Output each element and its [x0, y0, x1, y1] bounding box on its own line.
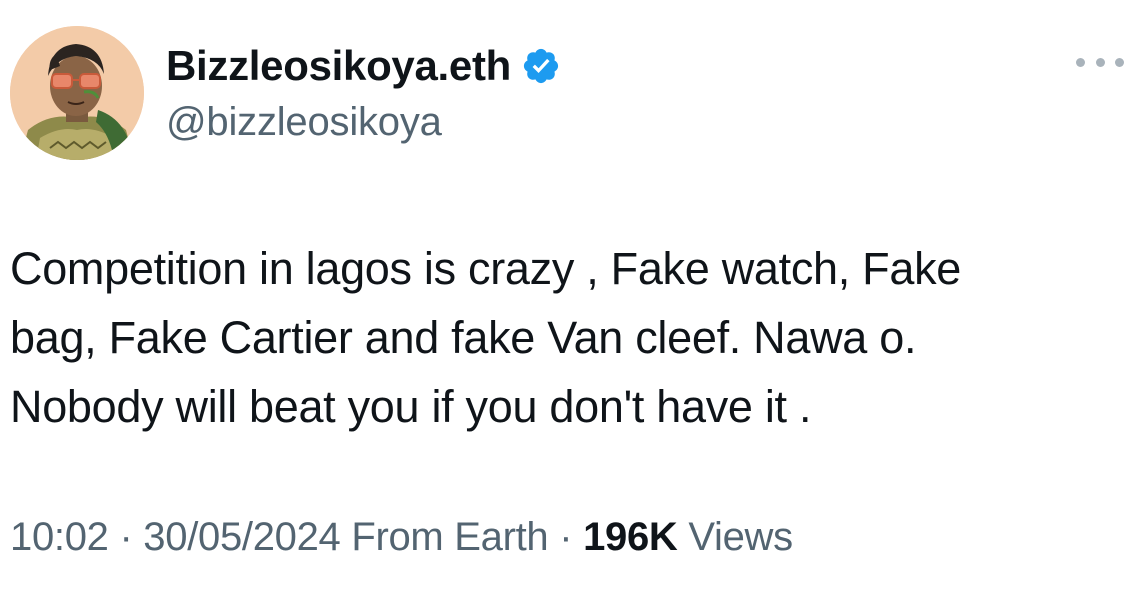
more-options-icon[interactable] [1076, 50, 1124, 74]
author-handle[interactable]: @bizzleosikoya [166, 98, 442, 146]
views-count[interactable]: 196K [583, 515, 678, 559]
meta-separator: · [119, 515, 133, 559]
more-dot [1076, 57, 1085, 67]
tweet-meta: 10:02 · 30/05/2024 From Earth · 196K Vie… [10, 512, 793, 562]
tweet-text: Competition in lagos is crazy , Fake wat… [10, 234, 1120, 441]
avatar[interactable] [10, 26, 144, 160]
verified-badge-icon [521, 46, 561, 86]
tweet-text-line: bag, Fake Cartier and fake Van cleef. Na… [10, 312, 917, 363]
views-label[interactable]: Views [688, 515, 793, 559]
tweet-card: Bizzleosikoya.eth @bizzleosikoya Competi… [0, 0, 1134, 594]
tweet-text-line: Nobody will beat you if you don't have i… [10, 381, 812, 432]
more-dot [1115, 57, 1124, 67]
author-name-row: Bizzleosikoya.eth [166, 40, 561, 92]
tweet-text-line: Competition in lagos is crazy , Fake wat… [10, 243, 961, 294]
more-dot [1095, 57, 1105, 67]
tweet-time[interactable]: 10:02 [10, 515, 109, 559]
avatar-illustration [10, 26, 144, 160]
author-display-name[interactable]: Bizzleosikoya.eth [166, 40, 511, 92]
meta-separator: · [559, 515, 573, 559]
tweet-source: From Earth [351, 515, 549, 559]
tweet-date[interactable]: 30/05/2024 [143, 515, 341, 559]
